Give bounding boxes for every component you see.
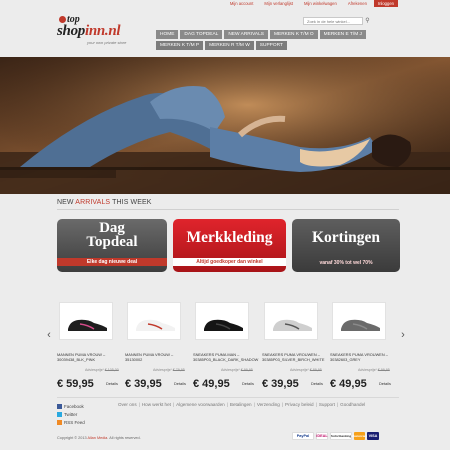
shoe-icon — [136, 319, 175, 333]
facebook-icon — [57, 403, 62, 409]
section-title: NEW ARRIVALS THIS WEEK — [57, 199, 152, 206]
nav-merken-k-o[interactable]: MERKEN K T/M O — [270, 30, 318, 39]
twitter-link[interactable]: Twitter — [57, 410, 85, 418]
section-divider — [57, 209, 399, 210]
nav-home[interactable]: HOME — [156, 30, 179, 39]
logo-mark — [59, 16, 66, 23]
product-card[interactable]: SNEAKERS PUMA VROUWEN – 30385P03_SILVER_… — [262, 302, 324, 394]
nav-row-1: HOME DAG TOPDEAL NEW ARRIVALS MERKEN K T… — [156, 30, 381, 39]
nav-support[interactable]: SUPPORT — [255, 41, 287, 50]
nav-dag-topdeal[interactable]: DAG TOPDEAL — [180, 30, 223, 39]
cart-link[interactable]: Mijn winkelwagen — [300, 0, 341, 7]
promo-merkkleding[interactable]: Merkkleding Altijd goedkoper dan winkel — [173, 219, 286, 272]
nav-row-2: MERKEN K T/M P MERKEN R T/M W SUPPORT — [156, 41, 381, 50]
payment-methods: PayPal iDEAL Sofortbanking Mastercard VI… — [292, 432, 379, 440]
product-card[interactable]: SNEAKERS PUMA VROUWEN – 30382603_GREY Ad… — [330, 302, 391, 394]
footer-link[interactable]: Goodhandel — [340, 402, 365, 407]
promo-title: Merkkleding — [186, 229, 273, 246]
ideal-icon: iDEAL — [316, 432, 328, 440]
product-advice-price: Adviesprijs* € 105,00 — [85, 368, 119, 372]
nav-merken-e-j[interactable]: MERKEN E T/M J — [319, 30, 366, 39]
promo-subtitle: vanaf 30% tot wel 70% — [319, 260, 373, 266]
promo-title: Dag Topdeal — [86, 220, 138, 250]
product-image[interactable] — [195, 302, 249, 340]
details-link[interactable]: Details — [379, 381, 391, 386]
wishlist-link[interactable]: Mijn verlanglijst — [260, 0, 297, 7]
facebook-link[interactable]: Facebook — [57, 402, 85, 410]
twitter-icon — [57, 411, 62, 417]
nav-merken-k-p[interactable]: MERKEN K T/M P — [156, 41, 204, 50]
product-image[interactable] — [127, 302, 181, 340]
footer-link[interactable]: How werkt het — [142, 402, 171, 407]
site-logo[interactable]: top shopinn.nl your own private store — [57, 14, 137, 46]
mastercard-icon: Mastercard — [351, 432, 368, 440]
footer-link[interactable]: Privacy beleid — [285, 402, 314, 407]
product-card[interactable]: MANNEN PUMA VROUW – 35130002 Adviesprijs… — [125, 302, 186, 394]
product-advice-price: Adviesprijs* € 99,95 — [221, 368, 253, 372]
details-link[interactable]: Details — [106, 381, 118, 386]
footer-links: Over ons | How werkt het | Algemene voorwa… — [118, 402, 366, 407]
shoe-icon — [68, 319, 107, 333]
footer-link[interactable]: Betalingen — [230, 402, 252, 407]
search-input[interactable] — [303, 17, 363, 25]
visa-icon: VISA — [367, 432, 379, 440]
login-link[interactable]: Inloggen — [373, 0, 398, 7]
product-image[interactable] — [264, 302, 318, 340]
carousel-next-icon[interactable]: › — [399, 329, 407, 341]
carousel-prev-icon[interactable]: ‹ — [45, 329, 53, 341]
details-link[interactable]: Details — [242, 381, 254, 386]
search-icon[interactable]: ⚲ — [364, 18, 371, 25]
product-advice-price: Adviesprijs* € 99,95 — [358, 368, 390, 372]
product-advice-price: Adviesprijs* € 79,95 — [153, 368, 185, 372]
promo-kortingen[interactable]: Kortingen vanaf 30% tot wel 70% — [292, 219, 400, 272]
account-link[interactable]: Mijn account — [226, 0, 258, 7]
logo-wordmark: shopinn.nl — [57, 23, 121, 39]
promo-dag-topdeal[interactable]: Dag Topdeal Elke dag nieuwe deal — [57, 219, 167, 272]
product-name[interactable]: MANNEN PUMA VROUW – 30039438_BLK_PINK — [57, 352, 121, 362]
promo-title: Kortingen — [311, 229, 381, 246]
details-link[interactable]: Details — [311, 381, 323, 386]
promo-subtitle: Elke dag nieuwe deal — [57, 258, 167, 266]
product-price: € 49,95 — [330, 378, 367, 390]
main-nav: HOME DAG TOPDEAL NEW ARRIVALS MERKEN K T… — [156, 30, 381, 52]
rss-icon — [57, 419, 62, 425]
nav-new-arrivals[interactable]: NEW ARRIVALS — [224, 30, 268, 39]
checkout-link[interactable]: Afrekenen — [344, 0, 371, 7]
shoe-icon — [341, 319, 380, 333]
logo-slogan: your own private store — [87, 40, 127, 45]
product-name[interactable]: SNEAKERS PUMA MAN – 30385P03_BLACK_DARK_… — [193, 352, 258, 362]
nav-merken-r-w[interactable]: MERKEN R T/M W — [205, 41, 254, 50]
details-link[interactable]: Details — [174, 381, 186, 386]
company-link[interactable]: Allan Media — [87, 436, 107, 440]
footer-divider — [57, 397, 399, 398]
product-image[interactable] — [59, 302, 113, 340]
footer-link[interactable]: Verzending — [257, 402, 280, 407]
hero-image — [0, 57, 450, 194]
product-name[interactable]: MANNEN PUMA VROUW – 35130002 — [125, 352, 189, 362]
shoe-icon — [204, 319, 243, 333]
footer-link[interactable]: Over ons — [118, 402, 137, 407]
product-name[interactable]: SNEAKERS PUMA VROUWEN – 30385P03_SILVER_… — [262, 352, 326, 362]
shoe-icon — [273, 319, 312, 333]
copyright: Copyright © 2013 Allan Media. All rights… — [57, 436, 141, 440]
rss-link[interactable]: RSS Feed — [57, 418, 85, 426]
product-price: € 59,95 — [57, 378, 94, 390]
product-card[interactable]: MANNEN PUMA VROUW – 30039438_BLK_PINK Ad… — [57, 302, 119, 394]
promo-subtitle: Altijd goedkoper dan winkel — [173, 258, 286, 266]
product-card[interactable]: SNEAKERS PUMA MAN – 30385P03_BLACK_DARK_… — [193, 302, 258, 394]
sofort-icon: Sofortbanking — [330, 432, 352, 440]
product-image[interactable] — [332, 302, 386, 340]
paypal-icon: PayPal — [292, 432, 314, 440]
footer-link[interactable]: Algemene voorwaarden — [176, 402, 225, 407]
product-advice-price: Adviesprijs* € 89,95 — [290, 368, 322, 372]
social-links: Facebook Twitter RSS Feed — [57, 402, 85, 426]
hero-banner[interactable] — [0, 57, 450, 194]
product-price: € 49,95 — [193, 378, 230, 390]
footer-link[interactable]: Support — [319, 402, 335, 407]
top-links: Mijn account Mijn verlanglijst Mijn wink… — [226, 0, 398, 7]
product-price: € 39,95 — [125, 378, 162, 390]
product-price: € 39,95 — [262, 378, 299, 390]
product-name[interactable]: SNEAKERS PUMA VROUWEN – 30382603_GREY — [330, 352, 394, 362]
